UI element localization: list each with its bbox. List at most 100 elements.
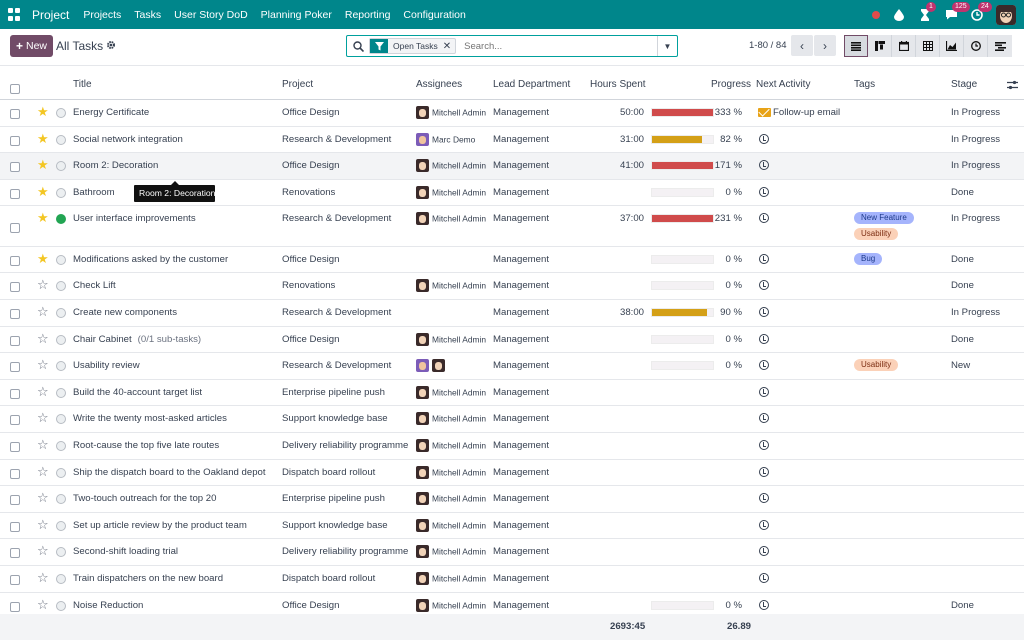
kanban-state-icon[interactable] (56, 414, 66, 425)
table-row[interactable]: ☆ Build the 40-account target list Enterpr… (0, 380, 1024, 407)
row-checkbox[interactable] (10, 495, 20, 506)
activity-clock-icon[interactable] (759, 466, 769, 477)
column-stage[interactable]: Stage (951, 79, 977, 90)
activity-clock-icon[interactable] (759, 493, 769, 504)
assignees-cell[interactable]: Mitchell Admin (416, 185, 486, 199)
activity-clock-icon[interactable] (759, 386, 769, 397)
search-icon[interactable] (347, 36, 369, 56)
calendar-view-icon[interactable] (892, 35, 916, 57)
kanban-state-icon[interactable] (56, 361, 66, 372)
assignees-cell[interactable]: Mitchell Admin (416, 212, 486, 226)
star-outline-icon[interactable]: ☆ (37, 411, 49, 424)
tag-badge[interactable]: New Feature (854, 212, 914, 225)
assignees-cell[interactable]: Mitchell Admin (416, 332, 486, 346)
star-filled-icon[interactable]: ★ (37, 211, 49, 224)
activity-clock-icon[interactable] (759, 213, 769, 224)
column-next-activity[interactable]: Next Activity (756, 79, 810, 90)
messages-icon[interactable]: 125 (944, 1, 970, 22)
kanban-state-icon[interactable] (56, 254, 66, 265)
assignee-avatar[interactable] (416, 359, 429, 373)
task-title-cell[interactable]: Energy Certificate (73, 107, 149, 118)
assignees-cell[interactable]: Mitchell Admin (416, 518, 486, 532)
assignee-avatar[interactable] (416, 279, 429, 293)
task-title-cell[interactable]: Build the 40-account target list (73, 387, 202, 398)
task-title-cell[interactable]: Social network integration (73, 134, 183, 145)
star-outline-icon[interactable]: ☆ (37, 278, 49, 291)
activity-clock-icon[interactable] (759, 360, 769, 371)
row-checkbox[interactable] (10, 223, 20, 234)
star-filled-icon[interactable]: ★ (37, 252, 49, 265)
assignees-cell[interactable]: Mitchell Admin (416, 439, 486, 453)
pager-prev-button[interactable]: ‹ (791, 35, 813, 56)
table-row[interactable]: ☆ Ship the dispatch board to the Oakland … (0, 460, 1024, 487)
table-row[interactable]: ☆ Root-cause the top five late routes Deli… (0, 433, 1024, 460)
assignee-avatar[interactable] (416, 106, 429, 119)
kanban-state-icon[interactable] (56, 108, 66, 118)
column-progress[interactable]: Progress (711, 79, 751, 90)
select-all-checkbox[interactable] (10, 84, 20, 94)
row-checkbox[interactable] (10, 601, 20, 612)
column-assignees[interactable]: Assignees (416, 79, 462, 90)
menu-configuration[interactable]: Configuration (403, 9, 465, 21)
gear-icon[interactable] (106, 40, 116, 53)
optional-columns-icon[interactable] (1007, 80, 1018, 93)
table-row[interactable]: ★ Modifications asked by the customer Offi… (0, 247, 1024, 274)
table-row[interactable]: ☆ Usability review Research & Development M… (0, 353, 1024, 380)
assignee-avatar[interactable] (416, 185, 429, 199)
kanban-state-icon[interactable] (56, 494, 66, 505)
activity-clock-icon[interactable] (759, 307, 769, 318)
row-checkbox[interactable] (10, 575, 20, 585)
table-row[interactable]: ★ Energy Certificate Office Design Mitchell… (0, 100, 1024, 127)
assignees-cell[interactable]: Mitchell Admin (416, 545, 486, 559)
star-filled-icon[interactable]: ★ (37, 105, 49, 118)
assignee-avatar[interactable] (416, 212, 429, 226)
row-checkbox[interactable] (10, 135, 20, 146)
column-tags[interactable]: Tags (854, 79, 875, 90)
pager-next-button[interactable]: › (814, 35, 836, 56)
star-outline-icon[interactable]: ☆ (37, 305, 49, 318)
activity-hourglass-icon[interactable]: 1 (918, 1, 936, 22)
table-row[interactable]: ☆ Second-shift loading trial Delivery reli… (0, 539, 1024, 566)
table-row[interactable]: ☆ Check Lift Renovations Mitchell Admin Mana… (0, 273, 1024, 301)
menu-reporting[interactable]: Reporting (345, 9, 391, 21)
star-filled-icon[interactable]: ★ (37, 185, 49, 198)
assignee-avatar[interactable] (416, 159, 429, 173)
graph-view-icon[interactable] (940, 35, 964, 57)
clock-icon[interactable]: 24 (970, 1, 992, 22)
search-input[interactable] (464, 40, 645, 52)
table-row[interactable]: ★ Room 2: Decoration Office Design Mitchell… (0, 153, 1024, 180)
task-title-cell[interactable]: User interface improvements (73, 213, 196, 224)
task-title-cell[interactable]: Bathroom (73, 187, 115, 198)
task-title-cell[interactable]: Chair Cabinet (0/1 sub-tasks) (73, 334, 201, 345)
task-title-cell[interactable]: Ship the dispatch board to the Oakland d… (73, 467, 266, 478)
row-checkbox[interactable] (10, 109, 20, 119)
assignees-cell[interactable] (416, 359, 448, 373)
assignees-cell[interactable]: Mitchell Admin (416, 159, 486, 173)
kanban-state-icon[interactable] (56, 161, 66, 172)
droplet-icon[interactable] (892, 8, 906, 22)
pager-value[interactable]: 1-80 / 84 (749, 40, 787, 51)
activity-view-icon[interactable] (964, 35, 988, 57)
row-checkbox[interactable] (10, 335, 20, 346)
gantt-view-icon[interactable] (988, 35, 1012, 57)
menu-tasks[interactable]: Tasks (134, 9, 161, 21)
kanban-state-icon[interactable] (56, 214, 66, 225)
row-checkbox[interactable] (10, 362, 20, 373)
row-checkbox[interactable] (10, 521, 20, 532)
email-activity-icon[interactable] (758, 108, 771, 117)
new-button[interactable]: + New (10, 35, 53, 57)
assignees-cell[interactable]: Mitchell Admin (416, 106, 486, 119)
activity-clock-icon[interactable] (759, 160, 769, 171)
tag-badge[interactable]: Usability (854, 228, 899, 241)
star-outline-icon[interactable]: ☆ (37, 385, 49, 398)
task-title-cell[interactable]: Modifications asked by the customer (73, 254, 228, 265)
assignee-avatar[interactable] (416, 518, 429, 532)
kanban-view-icon[interactable] (868, 35, 892, 57)
kanban-state-icon[interactable] (56, 520, 66, 531)
assignee-avatar[interactable] (432, 359, 445, 373)
star-outline-icon[interactable]: ☆ (37, 465, 49, 478)
apps-menu-icon[interactable] (8, 7, 22, 22)
assignees-cell[interactable]: Marc Demo (416, 132, 475, 146)
star-filled-icon[interactable]: ★ (37, 158, 49, 171)
table-row[interactable]: ☆ Train dispatchers on the new board Dispa… (0, 566, 1024, 593)
